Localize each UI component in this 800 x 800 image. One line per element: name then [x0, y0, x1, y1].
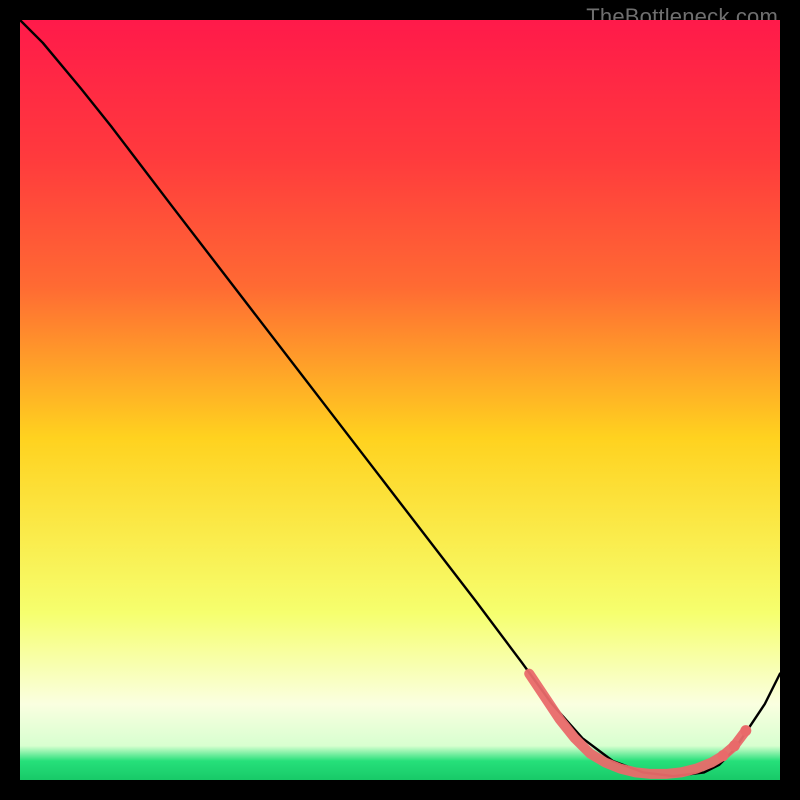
highlight-dot: [740, 725, 751, 736]
bottleneck-chart: [20, 20, 780, 780]
highlight-dot: [729, 740, 740, 751]
plot-area: [20, 20, 780, 780]
highlight-dot: [718, 750, 729, 761]
gradient-background: [20, 20, 780, 780]
chart-container: TheBottleneck.com: [0, 0, 800, 800]
